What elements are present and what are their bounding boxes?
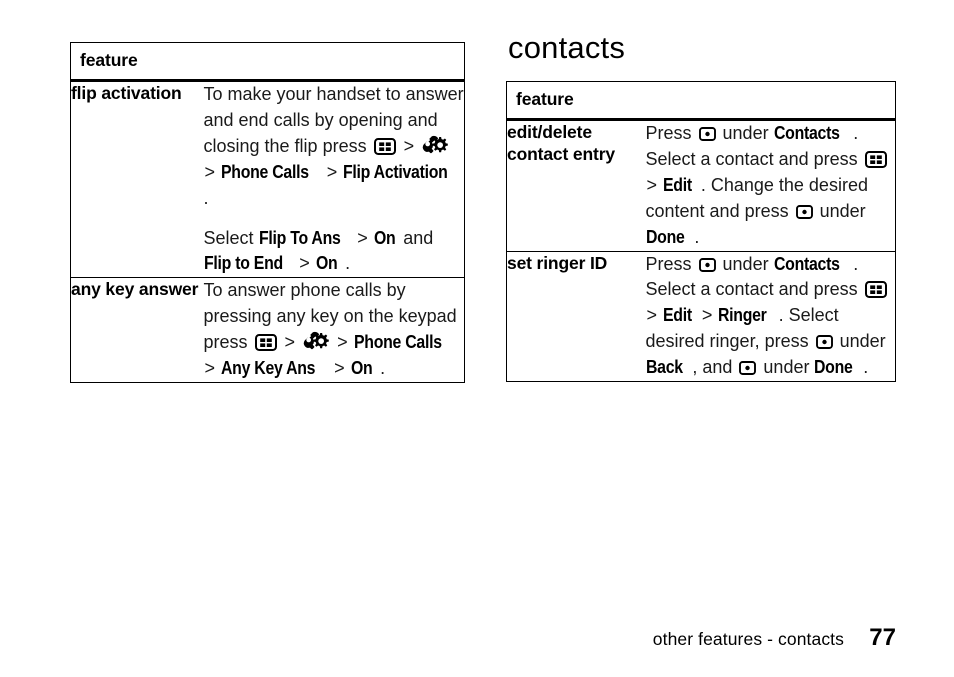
feature-name-cell: any key answer xyxy=(70,277,204,383)
table-row: any key answer To answer phone calls by p… xyxy=(70,277,465,383)
body-text: Press xyxy=(645,123,697,143)
softkey-icon xyxy=(698,257,716,272)
menu-item-name: Edit xyxy=(663,174,692,195)
menu-item-name: On xyxy=(315,253,338,274)
feature-instructions-cell: Press under Contacts . Select a contact … xyxy=(645,250,896,382)
navigation-separator: > xyxy=(701,305,713,326)
body-text: Press xyxy=(645,253,697,274)
menu-item-name: Edit xyxy=(663,305,692,326)
settings-wrench-gear-icon xyxy=(303,331,329,353)
navigation-separator: > xyxy=(403,135,415,156)
navigation-separator: > xyxy=(646,174,658,195)
body-text: under xyxy=(763,357,815,378)
menu-item-name: Flip To Ans xyxy=(258,227,341,248)
instruction-paragraph: Press under Contacts . Select a contact … xyxy=(646,252,896,382)
table-header-row: feature xyxy=(70,42,465,82)
menu-item-name: Any Key Ans xyxy=(221,358,316,379)
feature-name-cell: flip activation xyxy=(71,83,182,103)
softkey-icon xyxy=(739,361,757,376)
navigation-separator: > xyxy=(334,358,345,379)
menu-item-name: Flip to End xyxy=(203,253,283,274)
body-text: Select xyxy=(203,227,259,248)
page-number: 77 xyxy=(869,624,896,651)
softkey-icon xyxy=(795,204,813,219)
navigation-separator: > xyxy=(284,332,296,353)
body-text: . xyxy=(345,253,351,274)
body-text: and xyxy=(403,227,434,248)
body-text: . xyxy=(203,187,209,208)
navigation-separator: > xyxy=(326,161,338,182)
table-row: edit/delete contact entry Press under Con… xyxy=(507,120,896,252)
feature-instructions-cell: To answer phone calls by pressing any ke… xyxy=(203,277,465,383)
navigation-separator: > xyxy=(357,227,368,248)
menu-item-name: Ringer xyxy=(718,305,767,326)
softkey-icon xyxy=(815,335,833,350)
breadcrumb: other features - contacts xyxy=(652,629,844,649)
page-footer: other features - contacts 77 xyxy=(0,624,954,654)
feature-table-left: feature flip activation To make your hand… xyxy=(70,42,465,383)
body-text: under xyxy=(839,331,886,352)
settings-wrench-gear-icon xyxy=(422,135,448,157)
right-column: contacts feature edit/delete contact ent… xyxy=(506,30,896,383)
body-text: . xyxy=(863,357,869,378)
menu-grid-icon xyxy=(864,150,887,168)
body-text: , and xyxy=(692,357,738,378)
menu-item-name: On xyxy=(350,358,373,379)
table-header-feature: feature xyxy=(506,81,896,121)
menu-item-name: On xyxy=(373,227,396,248)
menu-item-name: Flip Activation xyxy=(343,161,448,182)
page-title: contacts xyxy=(508,30,626,65)
instruction-paragraph: To make your handset to answer and end c… xyxy=(204,82,465,212)
body-text: . xyxy=(380,358,386,379)
navigation-separator: > xyxy=(337,332,348,353)
body-text: under xyxy=(722,123,774,143)
instruction-paragraph: Press under Contacts . Select a contact … xyxy=(646,121,896,251)
body-text: under xyxy=(819,200,866,221)
body-text: . xyxy=(694,226,700,247)
menu-grid-icon xyxy=(373,137,396,155)
navigation-separator: > xyxy=(299,253,310,274)
table-header-row: feature xyxy=(506,81,896,121)
feature-table-right: feature edit/delete contact entry Press u… xyxy=(506,81,896,383)
menu-item-name: Contacts xyxy=(773,253,840,274)
navigation-separator: > xyxy=(204,161,216,182)
manual-page: feature flip activation To make your hand… xyxy=(0,0,954,677)
menu-item-name: Contacts xyxy=(773,123,840,143)
left-column: feature flip activation To make your hand… xyxy=(70,42,465,383)
menu-grid-icon xyxy=(864,281,887,299)
navigation-separator: > xyxy=(646,305,658,326)
feature-instructions-cell: Press under Contacts . Select a contact … xyxy=(646,120,896,252)
menu-item-name: Back xyxy=(645,357,683,378)
table-header-feature: feature xyxy=(70,42,465,82)
body-text: under xyxy=(722,253,774,274)
instruction-paragraph: To answer phone calls by pressing any ke… xyxy=(204,278,465,382)
table-body-left: flip activation To make your handset to a… xyxy=(70,81,465,383)
menu-item-name: Done xyxy=(645,226,685,247)
softkey-icon xyxy=(698,127,716,141)
menu-item-name: Phone Calls xyxy=(221,161,309,182)
menu-item-name: Done xyxy=(814,357,854,378)
table-row: flip activation To make your handset to a… xyxy=(71,81,465,278)
menu-item-name: Phone Calls xyxy=(353,332,442,353)
feature-name-cell: set ringer ID xyxy=(506,250,646,382)
feature-name-cell: edit/delete contact entry xyxy=(507,122,615,165)
table-row: set ringer ID Press under Contacts . Sele… xyxy=(506,250,896,382)
menu-grid-icon xyxy=(254,334,277,352)
navigation-separator: > xyxy=(204,358,216,379)
instruction-paragraph: Select Flip To Ans > On and Flip to End … xyxy=(204,226,465,278)
feature-instructions-cell: To make your handset to answer and end c… xyxy=(204,81,465,278)
table-body-right: edit/delete contact entry Press under Con… xyxy=(506,120,896,382)
